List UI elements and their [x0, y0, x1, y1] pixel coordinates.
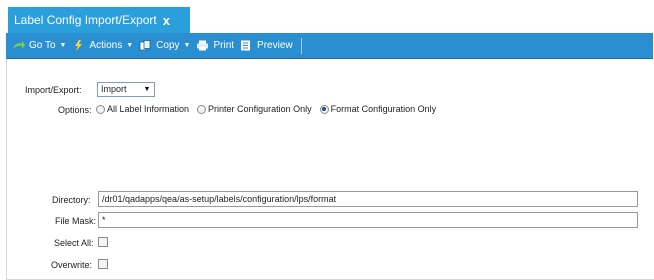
copy-label: Copy [156, 40, 180, 51]
option-label: Format Configuration Only [330, 104, 437, 114]
goto-arrow-icon [13, 41, 25, 49]
radio-printer-configuration-only[interactable] [197, 104, 207, 114]
option-printer-configuration-only[interactable]: Printer Configuration Only [197, 104, 312, 114]
overwrite-label: Overwrite: [51, 260, 93, 270]
option-format-configuration-only[interactable]: Format Configuration Only [319, 104, 437, 114]
toolbar: Go To ▼ Actions ▼ Copy ▼ Print Preview [6, 33, 653, 59]
options-label: Options: [58, 105, 92, 115]
select-all-checkbox[interactable] [98, 237, 108, 247]
import-export-select[interactable]: Import ▼ [97, 82, 155, 97]
toolbar-divider [300, 37, 302, 54]
radio-format-configuration-only[interactable] [319, 104, 329, 114]
chevron-down-icon: ▼ [59, 42, 67, 49]
directory-label: Directory: [52, 195, 91, 205]
option-label: Printer Configuration Only [208, 104, 312, 114]
radio-all-label-information[interactable] [96, 104, 105, 114]
tab-strip: Label Config Import/Export x [0, 0, 654, 33]
goto-button[interactable]: Go To ▼ [12, 40, 66, 51]
chevron-down-icon: ▼ [183, 42, 191, 49]
close-icon[interactable]: x [163, 13, 170, 28]
tab-title: Label Config Import/Export [14, 13, 157, 27]
chevron-down-icon: ▼ [143, 86, 151, 93]
preview-icon [241, 40, 251, 51]
printer-icon [197, 40, 209, 51]
option-all-label-information[interactable]: All Label Information [96, 104, 189, 114]
lightning-icon [75, 40, 83, 51]
copy-icon [139, 40, 151, 51]
overwrite-checkbox[interactable] [98, 259, 108, 269]
print-label: Print [213, 40, 235, 51]
file-mask-input[interactable]: * [98, 212, 638, 228]
form-panel: Import/Export: Import ▼ Options: All Lab… [6, 59, 654, 280]
import-export-label: Import/Export: [25, 85, 82, 95]
option-label: All Label Information [107, 104, 190, 114]
actions-label: Actions [89, 40, 123, 51]
import-export-value: Import [101, 84, 127, 94]
preview-button[interactable]: Preview [240, 40, 293, 51]
chevron-down-icon: ▼ [126, 42, 134, 49]
options-radio-group: All Label Information Printer Configurat… [96, 104, 444, 114]
actions-button[interactable]: Actions ▼ [72, 40, 133, 51]
tab-label-config[interactable]: Label Config Import/Export x [8, 7, 190, 33]
print-button[interactable]: Print [196, 40, 234, 51]
select-all-label: Select All: [54, 238, 94, 248]
copy-button[interactable]: Copy ▼ [139, 40, 190, 51]
preview-label: Preview [257, 40, 293, 51]
file-mask-label: File Mask: [55, 216, 97, 226]
directory-input[interactable]: /dr01/qadapps/qea/as-setup/labels/config… [98, 191, 638, 207]
goto-label: Go To [29, 40, 56, 51]
